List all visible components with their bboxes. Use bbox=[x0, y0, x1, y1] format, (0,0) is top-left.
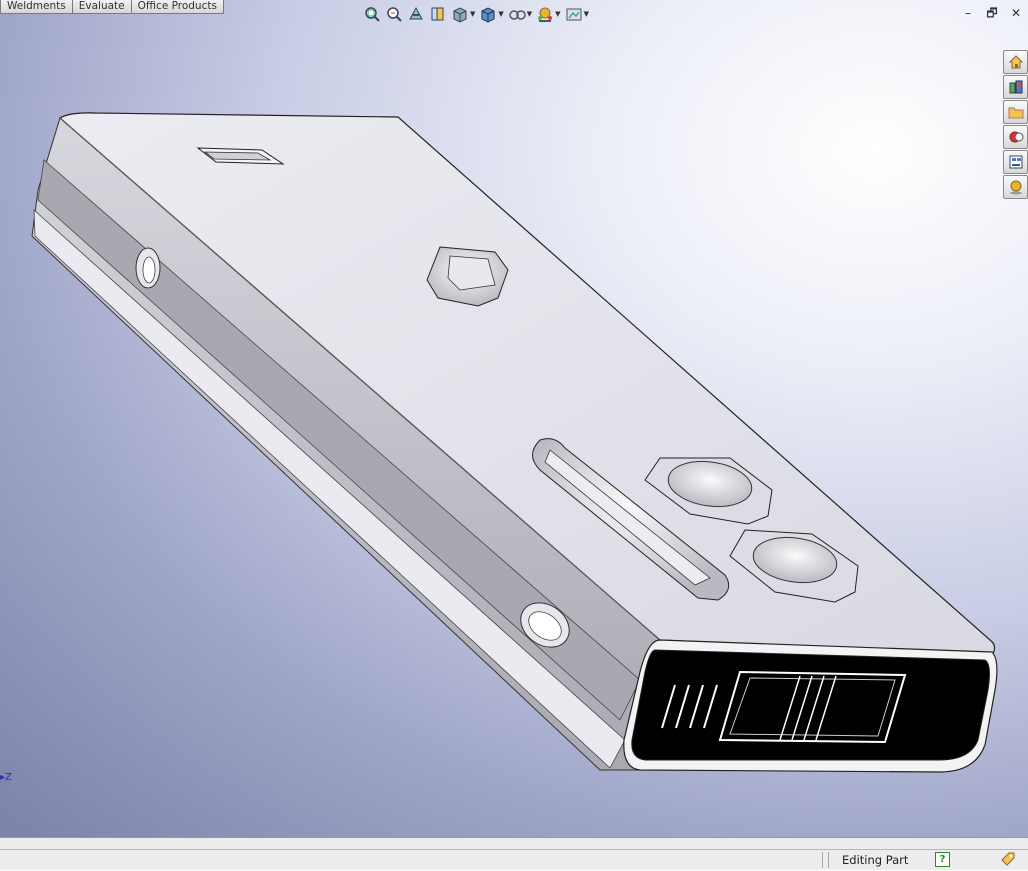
chevron-down-icon: ▼ bbox=[498, 10, 504, 18]
design-library-icon[interactable] bbox=[1003, 75, 1028, 99]
solidworks-resources-icon[interactable] bbox=[1003, 50, 1028, 74]
part-model[interactable] bbox=[0, 0, 1028, 837]
view-palette-icon[interactable] bbox=[1003, 150, 1028, 174]
tag-icon[interactable] bbox=[1000, 851, 1016, 871]
view-orientation-icon[interactable]: ▼ bbox=[451, 4, 475, 24]
search-icon[interactable] bbox=[1003, 125, 1028, 149]
command-manager-tabs: Weldments Evaluate Office Products bbox=[0, 0, 224, 14]
zoom-to-area-icon[interactable] bbox=[385, 4, 403, 24]
tab-office-products[interactable]: Office Products bbox=[130, 0, 224, 14]
heads-up-view-toolbar: ▼ ▼ ▼ ▼ ▼ bbox=[363, 4, 589, 24]
zoom-to-fit-icon[interactable] bbox=[363, 4, 381, 24]
chevron-down-icon: ▼ bbox=[470, 10, 476, 18]
status-separator bbox=[828, 852, 829, 868]
edit-appearance-icon[interactable]: ▼ bbox=[536, 4, 561, 24]
graphics-area[interactable]: Weldments Evaluate Office Products ▼ ▼ ▼ bbox=[0, 0, 1028, 837]
appearances-scenes-icon[interactable] bbox=[1003, 175, 1028, 199]
file-explorer-icon[interactable] bbox=[1003, 100, 1028, 124]
restore-button[interactable]: 🗗 bbox=[984, 6, 1000, 20]
coordinate-triad: ▸Z bbox=[0, 772, 12, 783]
tab-evaluate[interactable]: Evaluate bbox=[71, 0, 132, 14]
hide-show-items-icon[interactable]: ▼ bbox=[508, 4, 532, 24]
chevron-down-icon: ▼ bbox=[555, 10, 561, 18]
editing-mode-text: Editing Part bbox=[842, 853, 909, 867]
previous-view-icon[interactable] bbox=[407, 4, 425, 24]
tab-weldments[interactable]: Weldments bbox=[0, 0, 73, 14]
chevron-down-icon: ▼ bbox=[526, 10, 533, 18]
section-view-icon[interactable] bbox=[429, 4, 447, 24]
status-divider bbox=[0, 849, 1028, 850]
apply-scene-icon[interactable]: ▼ bbox=[565, 4, 589, 24]
display-style-icon[interactable]: ▼ bbox=[479, 4, 504, 24]
window-controls: – 🗗 ✕ bbox=[960, 6, 1024, 20]
help-icon[interactable]: ? bbox=[935, 852, 950, 867]
triad-axis-label: Z bbox=[5, 772, 12, 783]
status-separator bbox=[822, 852, 823, 868]
task-pane-tabs bbox=[1003, 50, 1028, 199]
status-bar: Editing Part ? bbox=[0, 837, 1028, 870]
minimize-button[interactable]: – bbox=[960, 6, 976, 20]
close-button[interactable]: ✕ bbox=[1008, 6, 1024, 20]
chevron-down-icon: ▼ bbox=[583, 10, 589, 18]
